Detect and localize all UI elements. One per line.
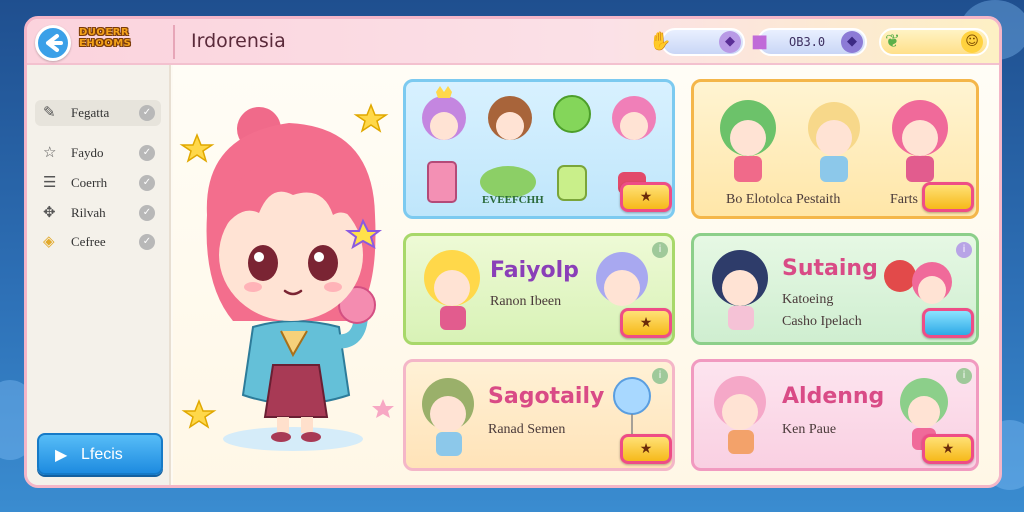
card-title: Sutaing [782, 256, 878, 281]
sidebar-item-label: Coerrh [71, 175, 108, 190]
reward-badge[interactable]: ★ [620, 434, 672, 464]
reward-badge[interactable] [922, 182, 974, 212]
card-subtitle: Ranad Semen [488, 422, 566, 437]
star-icon: ★ [941, 441, 955, 457]
reward-badge[interactable]: ★ [922, 434, 974, 464]
sidebar: ✎ Fegatta ✓ ☆ Faydo ✓ ☰ Coerrh ✓ ✥ Rilva… [27, 65, 171, 485]
smiley-icon: ☺ [961, 31, 983, 53]
game-logo: DUOERR EHOOMS [79, 27, 132, 49]
edit-icon: ✎ [43, 103, 56, 121]
card-extra-label: Farts [890, 192, 918, 207]
sidebar-item-rilvah[interactable]: ✥ Rilvah ✓ [35, 200, 161, 226]
coins-icon: ◈ [43, 232, 55, 250]
title-divider [173, 25, 175, 59]
play-button[interactable]: ▶ Lfecis [37, 433, 163, 475]
card-group[interactable]: Bo Elotolca Pestaith Farts [691, 79, 979, 219]
star-icon: ★ [639, 441, 653, 457]
star-outline-icon: ☆ [43, 143, 57, 161]
gem-icon: ◆ [841, 31, 863, 53]
check-icon: ✓ [139, 105, 155, 121]
sidebar-item-label: Faydo [71, 145, 104, 160]
card-subtitle: Ken Paue [782, 422, 837, 437]
reward-badge[interactable] [922, 308, 974, 338]
play-button-label: Lfecis [81, 446, 123, 463]
database-icon: ☰ [43, 173, 57, 191]
sidebar-item-coerrh[interactable]: ☰ Coerrh ✓ [35, 170, 161, 196]
card-aldening[interactable]: Aldenng Ken Paue i ★ [691, 359, 979, 471]
info-icon[interactable]: i [956, 368, 972, 384]
card-title: Sagotaily [488, 384, 605, 409]
page-title: Irdorensia [191, 30, 286, 52]
resource-pill-hearts[interactable]: ✋ ◆ [649, 28, 745, 56]
resource-pill-energy[interactable]: ❦ ☺ [879, 28, 989, 56]
arrow-left-icon [46, 34, 63, 52]
gift-icon: ■ [751, 31, 769, 52]
sidebar-item-fegatta[interactable]: ✎ Fegatta ✓ [35, 100, 161, 126]
card-sagotaily[interactable]: Sagotaily Ranad Semen i ★ [403, 359, 675, 471]
resource-pill-currency[interactable]: ■ OB3.0 ◆ [751, 28, 867, 56]
play-icon: ▶ [55, 445, 68, 464]
hero-character-panel [173, 65, 403, 485]
star-icon: ★ [639, 189, 653, 205]
check-icon: ✓ [139, 175, 155, 191]
puzzle-icon: ✥ [43, 203, 56, 221]
star-icon: ★ [639, 315, 653, 331]
sidebar-item-cefree[interactable]: ◈ Cefree ✓ [35, 229, 161, 255]
check-icon: ✓ [139, 234, 155, 250]
card-subtitle: EVEEFCHH [482, 194, 544, 206]
info-icon[interactable]: i [956, 242, 972, 258]
card-subtitle: Casho Ipelach [782, 314, 862, 329]
reward-badge[interactable]: ★ [620, 308, 672, 338]
card-title: Aldenng [782, 384, 885, 409]
gem-icon: ◆ [719, 31, 741, 53]
card-subtitle: Bo Elotolca Pestaith [726, 192, 841, 207]
check-icon: ✓ [139, 205, 155, 221]
check-icon: ✓ [139, 145, 155, 161]
sidebar-item-label: Cefree [71, 234, 106, 249]
card-title: Faiyolp [490, 258, 579, 283]
card-subtitle: Ranon Ibeen [490, 294, 562, 309]
hero-character [179, 102, 394, 451]
reward-badge[interactable]: ★ [620, 182, 672, 212]
info-icon[interactable]: i [652, 368, 668, 384]
card-subtitle: Katoeing [782, 292, 834, 307]
card-satoing[interactable]: Sutaing Katoeing Casho Ipelach i [691, 233, 979, 345]
top-bar: DUOERR EHOOMS Irdorensia ✋ ◆ ■ OB3.0 ◆ ❦… [27, 19, 999, 65]
sidebar-item-label: Rilvah [71, 205, 106, 220]
card-faiyolp[interactable]: Faiyolp Ranon Ibeen i ★ [403, 233, 675, 345]
sidebar-item-label: Fegatta [71, 105, 110, 120]
leaf-icon: ❦ [885, 31, 901, 52]
back-button[interactable] [35, 25, 71, 61]
info-icon[interactable]: i [652, 242, 668, 258]
hand-icon: ✋ [649, 31, 672, 52]
game-window: DUOERR EHOOMS Irdorensia ✋ ◆ ■ OB3.0 ◆ ❦… [24, 16, 1002, 488]
card-items[interactable]: EVEEFCHH ★ [403, 79, 675, 219]
sidebar-item-faydo[interactable]: ☆ Faydo ✓ [35, 140, 161, 166]
resource-value: OB3.0 [789, 35, 826, 49]
